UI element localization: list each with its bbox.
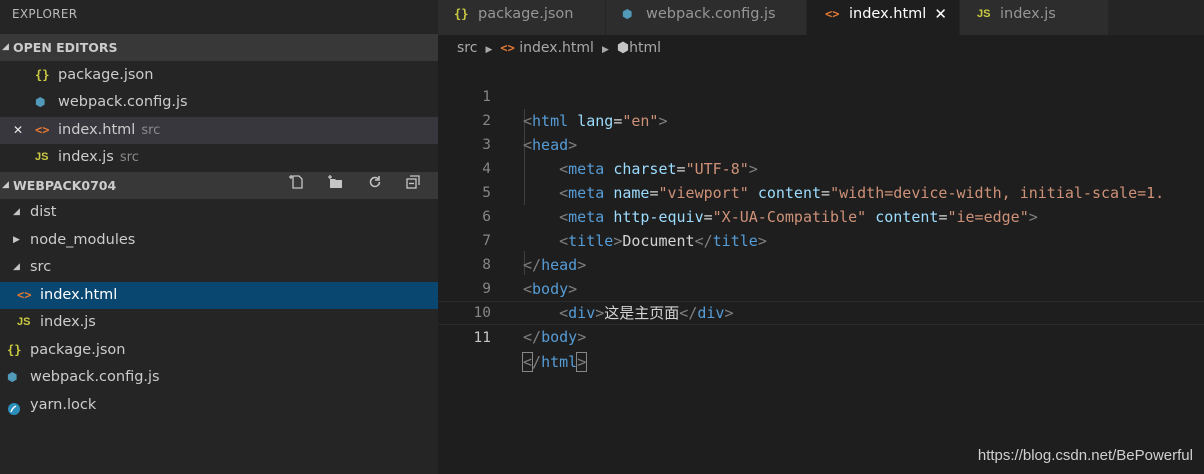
refresh-icon[interactable]: [358, 172, 392, 199]
open-editors-header[interactable]: ◢ OPEN EDITORS: [0, 34, 438, 61]
code-line: 10 </body>: [438, 277, 1204, 346]
explorer-actions: [281, 172, 430, 199]
webpack-icon: ⬢: [622, 7, 633, 21]
close-icon[interactable]: ✕: [13, 117, 23, 144]
html-icon: <>: [500, 41, 515, 55]
close-icon[interactable]: ✕: [934, 0, 947, 28]
tab-label: webpack.config.js: [646, 6, 776, 22]
explorer-sidebar: EXPLORER ◢ OPEN EDITORS {} package.json …: [0, 0, 438, 474]
tab-package-json[interactable]: {} package.json: [438, 0, 606, 35]
code-line: 7 </head>: [438, 205, 1204, 274]
chevron-down-icon: ◢: [2, 180, 9, 190]
new-folder-icon[interactable]: [319, 172, 353, 199]
tree-folder-node-modules[interactable]: ▶ node_modules: [0, 227, 438, 254]
project-header[interactable]: ◢ WEBPACK0704: [0, 172, 438, 199]
explorer-title: EXPLORER: [12, 7, 78, 21]
tab-index-js[interactable]: JS index.js: [960, 0, 1109, 35]
json-icon: {}: [454, 7, 469, 21]
chevron-right-icon: ▶: [601, 45, 609, 55]
tree-folder-src[interactable]: ◢ src: [0, 254, 438, 281]
code-line: 8 <body>: [438, 229, 1204, 298]
watermark: https://blog.csdn.net/BePowerful: [977, 447, 1193, 464]
html-icon: <>: [17, 288, 32, 302]
tree-file-index-js[interactable]: JS index.js: [0, 309, 438, 336]
open-editor-package-json[interactable]: {} package.json: [0, 62, 438, 89]
open-editor-webpack-config[interactable]: ⬢ webpack.config.js: [0, 89, 438, 116]
tree-item-label: dist: [30, 204, 57, 220]
tree-item-label: yarn.lock: [30, 397, 97, 413]
code-line: 9 <div>这是主页面</div>: [438, 253, 1204, 322]
tab-bar: {} package.json ⬢ webpack.config.js <> i…: [438, 0, 1204, 35]
js-icon: JS: [977, 8, 991, 20]
tree-file-yarn-lock[interactable]: yarn.lock: [0, 392, 438, 419]
tree-item-label: index.js: [40, 314, 96, 330]
html-icon: <>: [35, 123, 50, 137]
open-editor-label: index.html: [58, 122, 136, 138]
open-editor-folder: src: [141, 123, 161, 138]
open-editor-label: package.json: [58, 67, 154, 83]
breadcrumb-symbol[interactable]: html: [629, 40, 661, 56]
open-editor-folder: src: [119, 150, 139, 165]
tab-webpack-config[interactable]: ⬢ webpack.config.js: [606, 0, 807, 35]
code-line-current: 11 </html>: [438, 301, 1204, 372]
js-icon: JS: [35, 151, 49, 163]
element-icon: ⬢: [616, 40, 630, 56]
json-icon: {}: [35, 68, 50, 82]
breadcrumb-folder[interactable]: src: [457, 40, 477, 56]
tree-file-package-json[interactable]: {} package.json: [0, 337, 438, 364]
yarn-icon: [7, 399, 21, 426]
open-editor-label: webpack.config.js: [58, 94, 188, 110]
chevron-right-icon: ▶: [485, 45, 493, 55]
breadcrumb: src ▶ <> index.html ▶ ⬢html: [438, 35, 1204, 61]
tree-item-label: src: [30, 259, 52, 275]
tree-item-label: node_modules: [30, 232, 136, 248]
collapse-all-icon[interactable]: [396, 172, 430, 199]
code-line: 3 <meta charset="UTF-8">: [438, 109, 1204, 178]
editor-area: {} package.json ⬢ webpack.config.js <> i…: [438, 0, 1204, 474]
chevron-down-icon: ◢: [2, 42, 9, 52]
open-editor-index-html[interactable]: ✕ <> index.html src: [0, 117, 438, 144]
tab-label: index.js: [1000, 6, 1056, 22]
chevron-down-icon: ◢: [13, 207, 20, 217]
code-text: </body>: [523, 328, 587, 346]
js-icon: JS: [17, 316, 31, 328]
chevron-down-icon: ◢: [13, 262, 20, 272]
tree-file-index-html[interactable]: <> index.html: [0, 282, 438, 309]
breadcrumb-file[interactable]: index.html: [519, 40, 594, 56]
chevron-right-icon: ▶: [13, 235, 20, 245]
json-icon: {}: [7, 343, 22, 357]
line-number: 11: [473, 330, 491, 346]
webpack-icon: ⬢: [35, 95, 46, 109]
code-line: 2 <head>: [438, 85, 1204, 154]
new-file-icon[interactable]: [281, 172, 315, 199]
tree-folder-dist[interactable]: ◢ dist: [0, 199, 438, 226]
open-editors-label: OPEN EDITORS: [13, 40, 118, 55]
project-label: WEBPACK0704: [13, 178, 117, 193]
tree-item-label: webpack.config.js: [30, 369, 160, 385]
code-text: </html>: [521, 352, 588, 372]
code-line: 6 <title>Document</title>: [438, 181, 1204, 250]
html-icon: <>: [825, 7, 840, 21]
tab-label: index.html: [849, 6, 927, 22]
tree-file-webpack-config[interactable]: ⬢ webpack.config.js: [0, 364, 438, 391]
tree-item-label: index.html: [40, 287, 118, 303]
tab-label: package.json: [478, 6, 574, 22]
open-editor-label: index.js: [58, 149, 114, 165]
webpack-icon: ⬢: [7, 370, 18, 384]
tab-index-html[interactable]: <> index.html ✕: [807, 0, 960, 35]
open-editor-index-js[interactable]: JS index.js src: [0, 144, 438, 171]
code-line: 5 <meta http-equiv="X-UA-Compatible" con…: [438, 157, 1204, 226]
tree-item-label: package.json: [30, 342, 126, 358]
code-line: 1 <html lang="en">: [438, 61, 1204, 130]
code-line: 4 <meta name="viewport" content="width=d…: [438, 133, 1204, 202]
